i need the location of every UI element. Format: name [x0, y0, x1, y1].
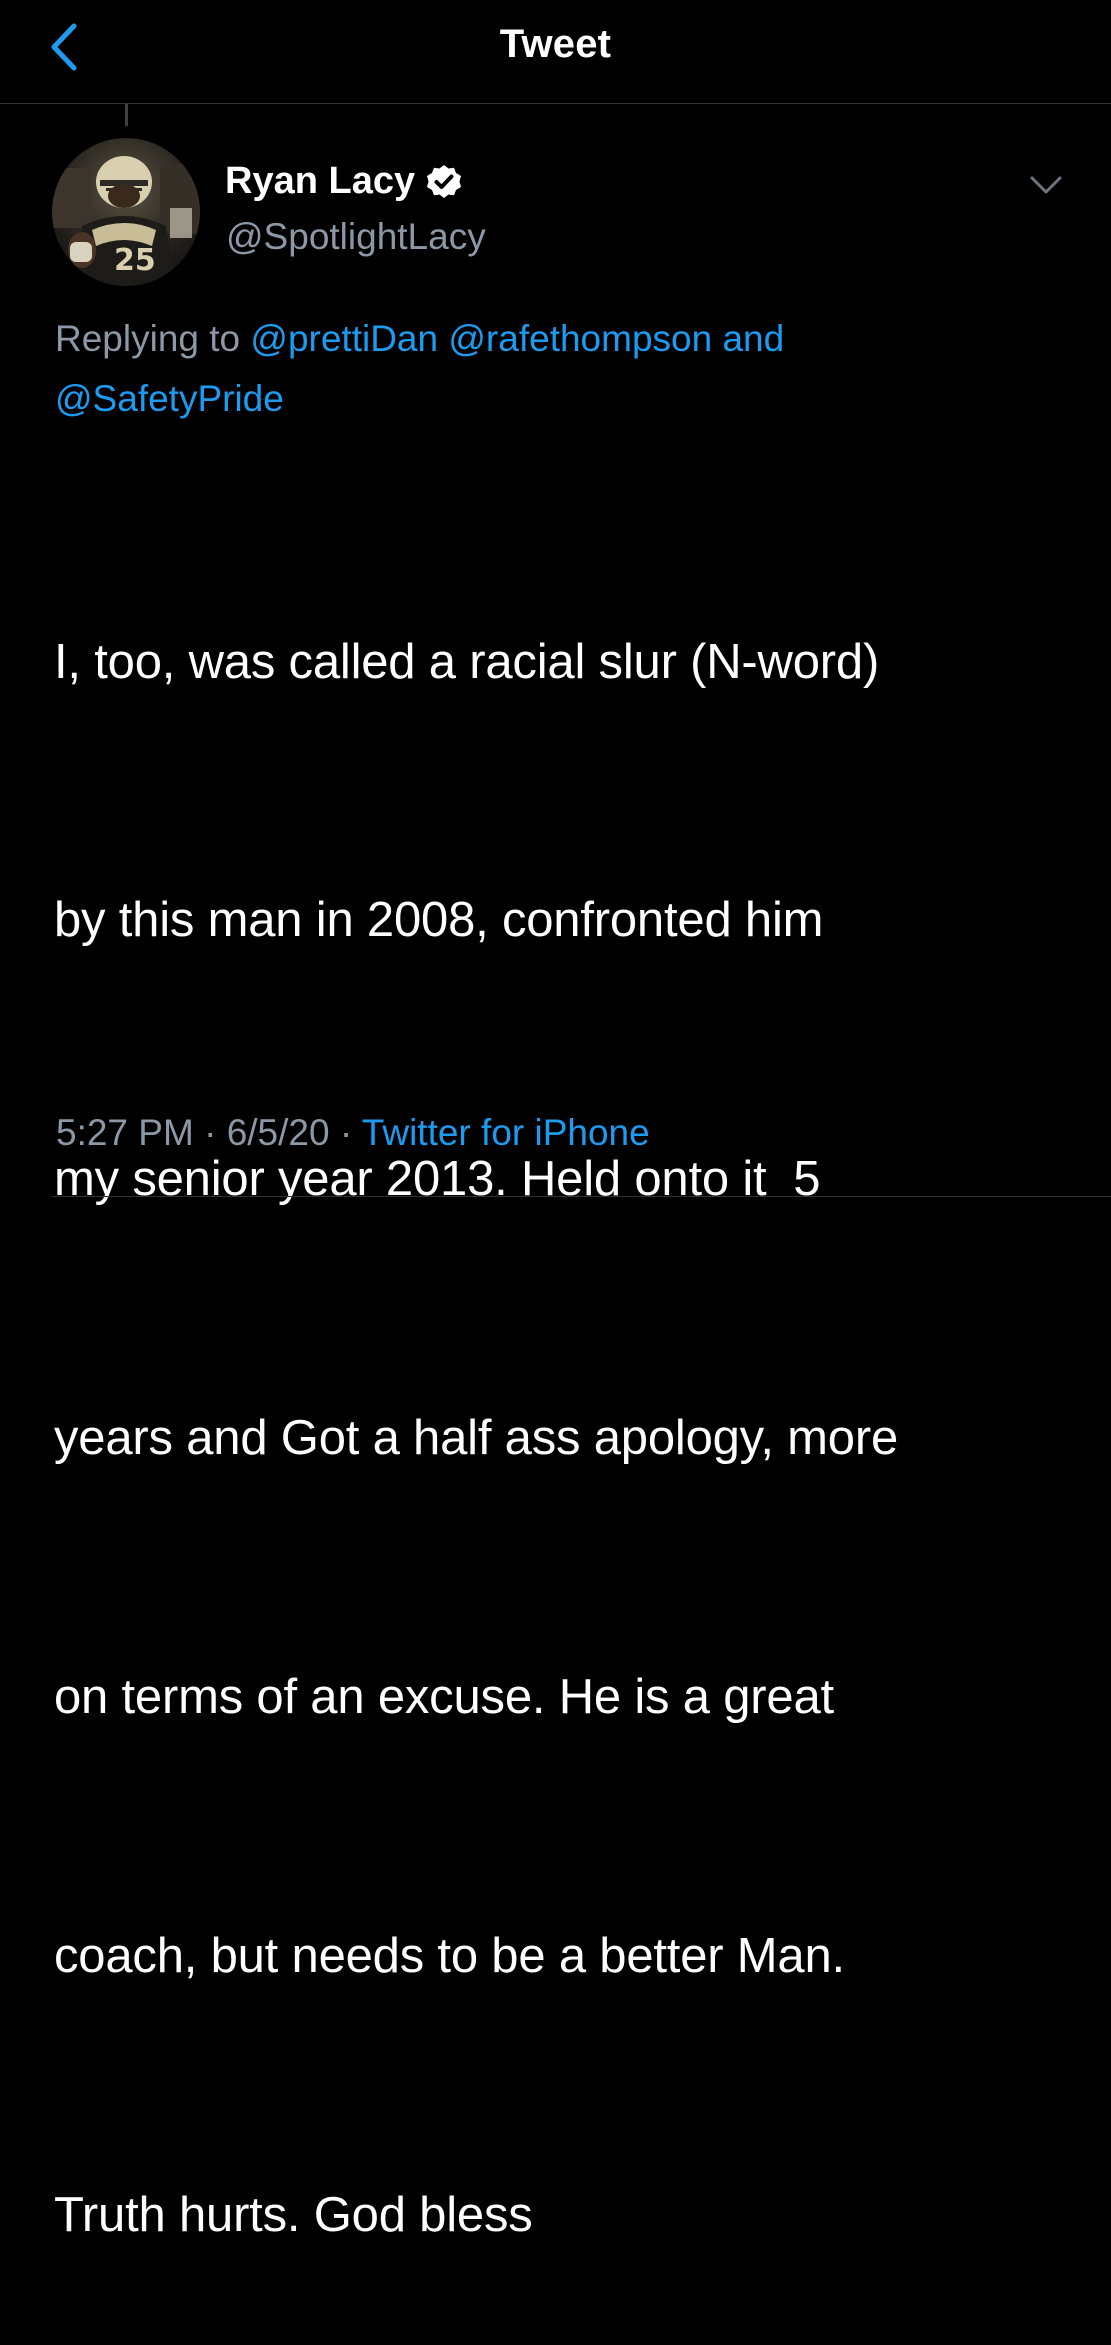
chevron-down-icon [1030, 176, 1062, 194]
avatar-image: 25 [52, 138, 200, 286]
tweet-text-line: years and Got a half ass apology, more [54, 1411, 899, 1466]
tweet-text-line: coach, but needs to be a better Man. [54, 1929, 845, 1984]
mention-link[interactable]: @prettiDan [250, 318, 438, 359]
replying-to: Replying to @prettiDan @rafethompson and… [55, 309, 1055, 429]
navigation-bar: Tweet [0, 0, 1111, 104]
mention-conjunction[interactable]: and [722, 318, 784, 359]
tweet-text-line: Truth hurts. God bless [54, 2187, 533, 2242]
meta-separator: · [204, 1112, 217, 1153]
page-title: Tweet [499, 22, 612, 66]
tweet-text: I, too, was called a racial slur (N-word… [54, 446, 1094, 2345]
divider [52, 1196, 1111, 1197]
author-name[interactable]: Ryan Lacy [225, 160, 415, 203]
mention-link[interactable]: @rafethompson [448, 318, 712, 359]
tweet-date[interactable]: 6/5/20 [227, 1112, 330, 1153]
tweet-metadata: 5:27 PM · 6/5/20 · Twitter for iPhone [56, 1112, 650, 1154]
replying-to-label: Replying to [55, 318, 241, 359]
thread-connector-line [125, 104, 128, 126]
meta-separator: · [339, 1112, 353, 1153]
tweet-text-line: I, too, was called a racial slur (N-word… [54, 634, 880, 689]
mention-link[interactable]: @SafetyPride [55, 378, 284, 419]
tweet-options-button[interactable] [1028, 172, 1064, 198]
tweet-text-line: by this man in 2008, confronted him [54, 893, 824, 948]
tweet-text-line: on terms of an excuse. He is a great [54, 1670, 834, 1725]
tweet-source-link[interactable]: Twitter for iPhone [362, 1112, 650, 1153]
verified-badge-icon [425, 163, 463, 201]
author-name-row: Ryan Lacy [225, 160, 463, 203]
avatar[interactable]: 25 [52, 138, 200, 286]
author-handle[interactable]: @SpotlightLacy [226, 216, 486, 258]
tweet-time[interactable]: 5:27 PM [56, 1112, 194, 1153]
jersey-number: 25 [114, 243, 156, 278]
